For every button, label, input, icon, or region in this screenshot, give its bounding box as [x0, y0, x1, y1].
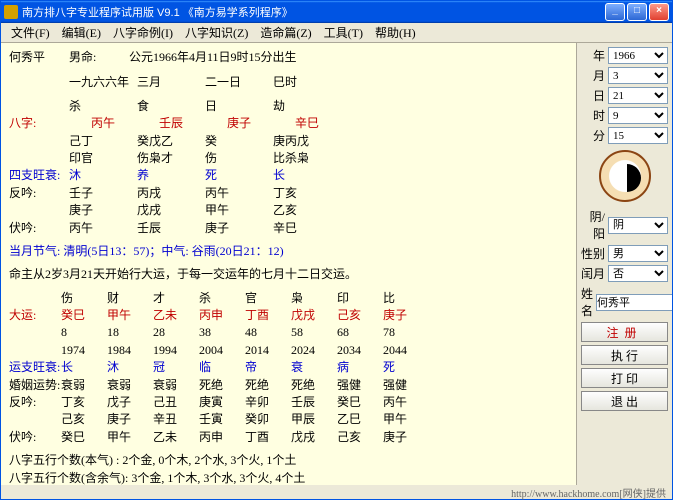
yinyang-select[interactable]: 阴 — [608, 217, 668, 234]
register-button[interactable]: 注册 — [581, 322, 668, 342]
min-select[interactable]: 15 — [608, 127, 668, 144]
month-cn: 三月 — [137, 74, 205, 91]
bazi-label: 八字: — [9, 115, 77, 132]
wang: 死 — [205, 167, 273, 184]
hour-select[interactable]: 9 — [608, 107, 668, 124]
bazi-pillar: 丙午 — [91, 115, 159, 132]
bagua-icon — [599, 150, 651, 202]
exit-button[interactable]: 退 出 — [581, 391, 668, 411]
jieqi-line: 当月节气: 清明(5日13：57)；中气: 谷雨(20日21：12) — [9, 243, 568, 260]
menu-file[interactable]: 文件(F) — [5, 22, 56, 43]
run-button[interactable]: 执 行 — [581, 345, 668, 365]
shishen: 杀 — [69, 98, 137, 115]
minimize-button[interactable]: _ — [605, 3, 625, 21]
canggan-god: 印官 — [69, 150, 137, 167]
month-select[interactable]: 3 — [608, 67, 668, 84]
maximize-button[interactable]: □ — [627, 3, 647, 21]
hour-cn: 巳时 — [273, 74, 341, 91]
canggan-god: 伤枭才 — [137, 150, 205, 167]
canggan: 庚丙戊 — [273, 133, 341, 150]
footer-credit: http://www.hackhome.com[网侠]提供 — [1, 485, 672, 499]
shishen: 食 — [137, 98, 205, 115]
menu-knowledge[interactable]: 八字知识(Z) — [179, 22, 254, 43]
fan-label: 反吟: — [9, 185, 69, 202]
bazi-pillar: 壬辰 — [159, 115, 227, 132]
canggan-god: 伤 — [205, 150, 273, 167]
client-area: 何秀平 男命: 公元1966年4月11日9时15分出生 一九六六年 三月 二一日… — [1, 43, 672, 485]
wuxing-l2: 八字五行个数(含余气): 3个金, 1个木, 3个水, 3个火, 4个土 — [9, 470, 568, 485]
menubar: 文件(F) 编辑(E) 八字命例(I) 八字知识(Z) 造命篇(Z) 工具(T)… — [1, 23, 672, 43]
window-title: 南方排八字专业程序试用版 V9.1 《南方易学系列程序》 — [22, 4, 603, 20]
menu-edit[interactable]: 编辑(E) — [56, 22, 107, 43]
menu-help[interactable]: 帮助(H) — [369, 22, 422, 43]
day-select[interactable]: 21 — [608, 87, 668, 104]
fanyin: 壬子 — [69, 185, 137, 202]
gender-label: 男命: — [69, 49, 129, 66]
day-cn: 二一日 — [205, 74, 273, 91]
bazi-pillar: 辛巳 — [295, 115, 363, 132]
app-window: 南方排八字专业程序试用版 V9.1 《南方易学系列程序》 _ □ × 文件(F)… — [0, 0, 673, 500]
wang-label: 四支旺衰: — [9, 167, 69, 184]
app-icon — [4, 5, 18, 19]
wuxing-l1: 八字五行个数(本气) : 2个金, 0个木, 2个水, 3个火, 1个土 — [9, 452, 568, 469]
wang: 长 — [273, 167, 341, 184]
leap-select[interactable]: 否 — [608, 265, 668, 282]
fu-label: 伏吟: — [9, 220, 69, 237]
content-pane: 何秀平 男命: 公元1966年4月11日9时15分出生 一九六六年 三月 二一日… — [1, 43, 576, 485]
shishen: 劫 — [273, 98, 341, 115]
dayun-note: 命主从2岁3月21天开始行大运，于每一交运年的七月十二日交运。 — [9, 266, 568, 283]
name-input[interactable] — [596, 294, 672, 311]
sex-select[interactable]: 男 — [608, 245, 668, 262]
canggan: 癸戊乙 — [137, 133, 205, 150]
shishen: 日 — [205, 98, 273, 115]
year-select[interactable]: 1966 — [608, 47, 668, 64]
canggan: 己丁 — [69, 133, 137, 150]
sidebar: 年1966 月3 日21 时9 分15 阴/阳阴 性别男 闰月否 姓名 注册 执… — [576, 43, 672, 485]
canggan: 癸 — [205, 133, 273, 150]
menu-tools[interactable]: 工具(T) — [318, 22, 369, 43]
wang: 沐 — [69, 167, 137, 184]
canggan-god: 比杀枭 — [273, 150, 341, 167]
bazi-pillar: 庚子 — [227, 115, 295, 132]
birth-text: 公元1966年4月11日9时15分出生 — [129, 49, 297, 66]
titlebar[interactable]: 南方排八字专业程序试用版 V9.1 《南方易学系列程序》 _ □ × — [1, 1, 672, 23]
close-button[interactable]: × — [649, 3, 669, 21]
wang: 养 — [137, 167, 205, 184]
year-cn: 一九六六年 — [69, 74, 137, 91]
menu-cases[interactable]: 八字命例(I) — [107, 22, 179, 43]
print-button[interactable]: 打 印 — [581, 368, 668, 388]
menu-zaoming[interactable]: 造命篇(Z) — [254, 22, 317, 43]
dayun-label: 大运: — [9, 307, 61, 324]
person-name: 何秀平 — [9, 49, 69, 66]
